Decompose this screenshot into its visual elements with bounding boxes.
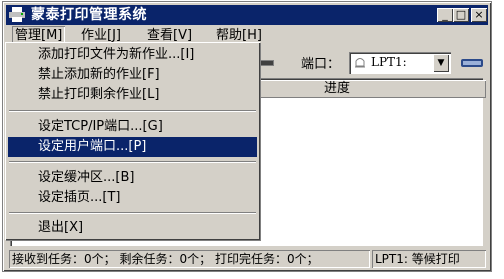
port-bell-icon bbox=[355, 58, 365, 68]
status-summary: 接收到任务：0个； 剩余任务：0个； 打印完任务：0个； bbox=[9, 250, 370, 268]
chevron-down-icon[interactable]: ▼ bbox=[433, 54, 449, 72]
menu-separator bbox=[9, 110, 256, 112]
window-title: 蒙泰打印管理系统 bbox=[31, 7, 147, 23]
port-label: 端口： bbox=[301, 57, 341, 72]
port-value: LPT1: bbox=[371, 55, 407, 69]
status-received: 接收到任务：0个； bbox=[12, 252, 116, 266]
menu-item-disable-print-remaining[interactable]: 禁止打印剩余作业[L] bbox=[8, 85, 257, 105]
menu-item-insert-page[interactable]: 设定插页...[T] bbox=[8, 188, 257, 208]
status-port: LPT1: 等候打印 bbox=[372, 250, 486, 268]
menu-item-buffer[interactable]: 设定缓冲区...[B] bbox=[8, 168, 257, 188]
status-bar: 接收到任务：0个； 剩余任务：0个； 打印完任务：0个； LPT1: 等候打印 bbox=[6, 249, 488, 269]
menu-separator bbox=[9, 161, 256, 163]
menu-separator bbox=[9, 212, 256, 214]
status-remaining: 剩余任务：0个； bbox=[119, 252, 212, 266]
close-icon: × bbox=[474, 8, 484, 21]
minimize-button[interactable]: _ bbox=[437, 8, 453, 22]
menu-item-add-print-file[interactable]: 添加打印文件为新作业...[I] bbox=[8, 45, 257, 65]
menu-item-user-port[interactable]: 设定用户端口...[P] bbox=[8, 137, 257, 157]
title-bar[interactable]: 蒙泰打印管理系统 _ □ × bbox=[6, 5, 488, 25]
menu-item-disable-add-job[interactable]: 禁止添加新的作业[F] bbox=[8, 65, 257, 85]
manage-menu-dropdown: 添加打印文件为新作业...[I] 禁止添加新的作业[F] 禁止打印剩余作业[L]… bbox=[5, 42, 260, 240]
printer-app-icon bbox=[9, 7, 25, 22]
port-icon[interactable] bbox=[461, 56, 483, 69]
maximize-button[interactable]: □ bbox=[453, 8, 469, 22]
minimize-icon: _ bbox=[442, 8, 448, 21]
status-printed: 打印完任务：0个； bbox=[214, 252, 319, 266]
column-header-progress[interactable]: 进度 bbox=[260, 80, 486, 98]
port-select[interactable]: LPT1: ▼ bbox=[349, 52, 451, 74]
maximize-icon: □ bbox=[455, 8, 467, 21]
toolbar-button-icon[interactable] bbox=[260, 58, 274, 68]
menu-item-exit[interactable]: 退出[X] bbox=[8, 218, 257, 238]
close-button[interactable]: × bbox=[471, 8, 487, 22]
menu-item-tcpip-port[interactable]: 设定TCP/IP端口...[G] bbox=[8, 117, 257, 137]
